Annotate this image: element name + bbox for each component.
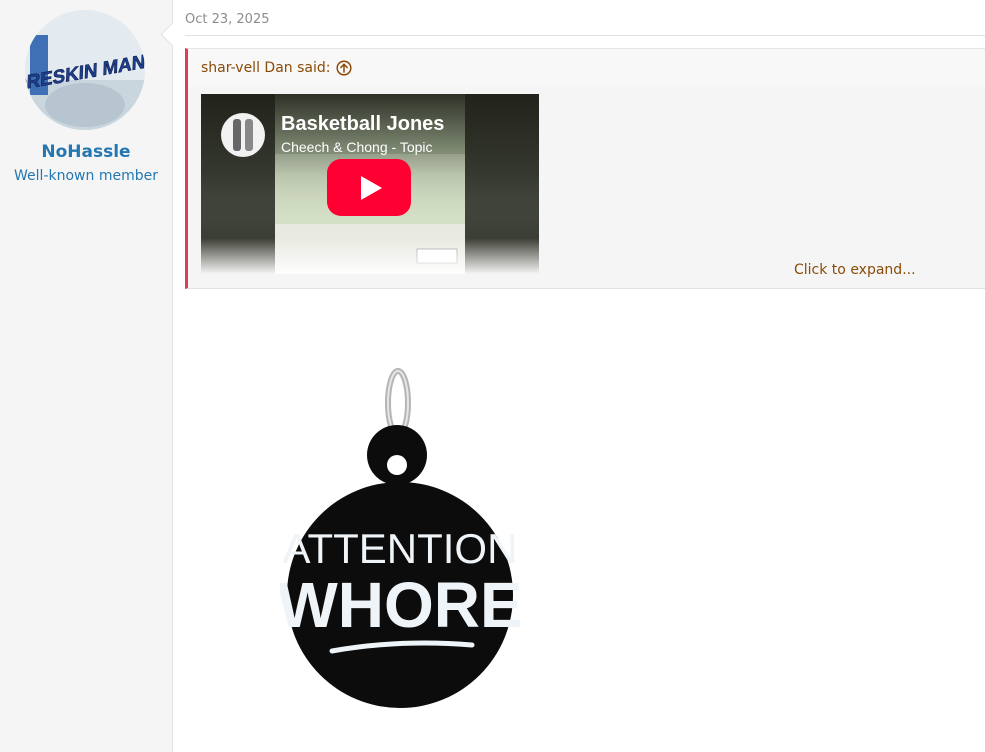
video-channel[interactable]: Cheech & Chong - Topic [281,139,433,155]
quote-header: shar-vell Dan said: [188,49,985,87]
click-to-expand-link[interactable]: Click to expand... [794,262,916,278]
user-column: FORESKIN MAN NoHassle Well-known member [0,0,173,752]
video-title[interactable]: Basketball Jones [281,113,444,135]
avatar-image: FORESKIN MAN [25,10,145,130]
post-date[interactable]: Oct 23, 2025 [185,12,270,27]
youtube-play-icon[interactable] [327,159,411,216]
quote-block: shar-vell Dan said: Basketball Jones Che… [185,48,985,289]
tag-line-2: WHORE [280,569,523,641]
avatar[interactable]: FORESKIN MAN [25,10,145,130]
username-link[interactable]: NoHassle [0,142,172,162]
user-title: Well-known member [14,168,158,184]
attention-tag-image: ATTENTION WHORE [277,365,525,710]
tag-line-1: ATTENTION [283,525,518,572]
quote-attribution[interactable]: shar-vell Dan said: [201,60,353,76]
arrow-up-circle-icon[interactable] [336,60,353,76]
date-divider [185,35,985,36]
youtube-embed[interactable]: Basketball Jones Cheech & Chong - Topic [201,94,539,274]
quote-author-label: shar-vell Dan said: [201,60,331,76]
